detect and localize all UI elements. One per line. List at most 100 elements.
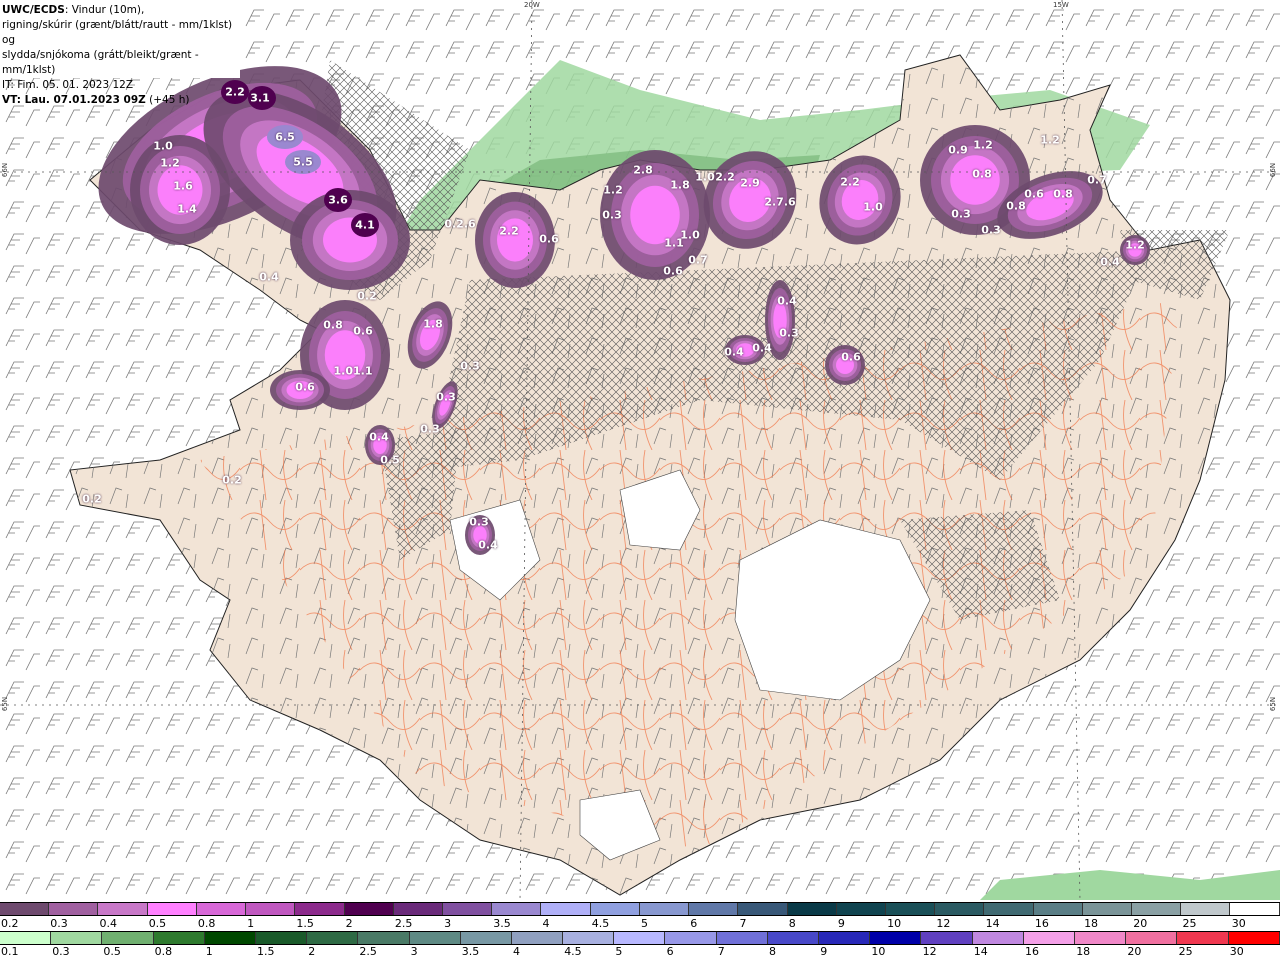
precip-value-label: 0.4	[752, 341, 772, 355]
colorbar-swatch	[460, 932, 512, 944]
colorbar-label: 9	[837, 917, 845, 930]
colorbar-label: 2	[345, 917, 353, 930]
colorbar-swatch	[393, 903, 443, 915]
precip-value-label: 0.6	[1024, 187, 1044, 201]
lat-label-65n-left: 65N	[1, 696, 10, 712]
colorbar-swatch	[1181, 903, 1231, 915]
colorbar-swatch	[246, 903, 296, 915]
colorbar-label: 0.3	[50, 917, 68, 930]
colorbar-label: 25	[1178, 945, 1193, 958]
precip-value-label: 0.3	[436, 390, 456, 404]
precip-value-label: 0.3	[602, 208, 622, 222]
precip-value-label: 3.1	[250, 91, 270, 105]
precip-value-label: 0.6	[539, 232, 559, 246]
colorbar-swatch	[1126, 932, 1178, 944]
colorbar-label: 16	[1025, 945, 1039, 958]
colorbar-swatch	[51, 932, 103, 944]
colorbar-label: 4	[513, 945, 520, 958]
colorbar-swatch	[102, 932, 154, 944]
precip-value-label: 1.2	[1040, 133, 1060, 147]
title-line2: rigning/skúrir (grænt/blátt/rautt - mm/1…	[2, 19, 233, 46]
colorbar-swatch	[590, 903, 640, 915]
colorbar-swatch	[935, 903, 985, 915]
precip-value-label: 0.8	[323, 318, 343, 332]
colorbar-label: 2.5	[394, 917, 413, 930]
colorbar-label: 5	[615, 945, 623, 958]
precip-value-label: 1.0	[863, 200, 883, 214]
precip-value-label: 1.2	[1125, 238, 1145, 252]
colorbar-swatch	[1177, 932, 1229, 944]
precip-value-label: 0.4	[777, 294, 797, 308]
colorbar-label: 1.5	[296, 917, 314, 930]
precip-value-label: 2.7.6	[764, 195, 796, 209]
colorbar-swatch	[787, 903, 837, 915]
precip-value-label: 5.5	[293, 155, 313, 169]
precip-value-label: 1.2	[603, 183, 623, 197]
precip-value-label: 0.7	[1087, 173, 1107, 187]
colorbar-label: 30	[1229, 945, 1244, 958]
precip-value-label: 0.2.6	[444, 217, 476, 231]
precip-value-label: 0.3	[951, 207, 971, 221]
precip-value-label: 0.2	[222, 473, 242, 487]
precip-value-label: 0.8	[972, 167, 992, 181]
colorbar-swatch	[870, 932, 922, 944]
lat-label-65n-right: 65N	[1269, 696, 1278, 712]
precip-value-label: 1.01.1	[333, 364, 373, 378]
precip-value-label: 0.4	[1100, 255, 1120, 269]
colorbar-swatch	[147, 903, 197, 915]
precip-value-label: 3.6	[328, 193, 348, 207]
precip-value-label: 6.5	[275, 130, 295, 144]
colorbar-label: 2.5	[359, 945, 377, 958]
colorbar-swatch	[409, 932, 461, 944]
title-line3: slydda/snjókoma (grátt/bleikt/grænt - mm…	[2, 49, 199, 76]
colorbar-swatch	[442, 903, 493, 915]
colorbar-label: 0.3	[52, 945, 70, 958]
precip-value-label: 0.8	[1006, 199, 1026, 213]
colorbar-swatch	[1033, 903, 1083, 915]
colorbar-swatch	[972, 932, 1024, 944]
colorbar-swatch	[984, 903, 1034, 915]
precip-value-label: 1.0	[153, 139, 173, 153]
colorbar-swatch	[0, 903, 50, 915]
colorbar-label: 1.5	[257, 945, 275, 958]
source-label: UWC/ECDS	[2, 4, 65, 16]
colorbar-label: 10	[871, 945, 886, 958]
colorbar-swatch	[1132, 903, 1182, 915]
colorbar-label: 4.5	[591, 917, 610, 930]
colorbar-label: 2	[308, 945, 316, 958]
precip-value-label: 2.9	[740, 176, 760, 190]
colorbar-swatch	[836, 903, 886, 915]
precip-value-label: 0.9	[948, 143, 968, 157]
colorbar-swatch	[295, 903, 345, 915]
precip-value-label: 2.2	[715, 170, 735, 184]
colorbar-label: 7	[739, 917, 747, 930]
lat-label-66n-right: 66N	[1269, 162, 1278, 178]
lon-label-20w: 20W	[524, 1, 540, 9]
precip-value-label: 1.6	[173, 179, 193, 193]
precip-value-label: 0.8	[1053, 187, 1073, 201]
colorbar-swatch	[921, 932, 973, 944]
precip-value-label: 2.8	[633, 163, 653, 177]
colorbar-label: 4	[542, 917, 550, 930]
precip-value-label: 0.6	[295, 380, 315, 394]
precip-value-label: 0.3	[981, 223, 1001, 237]
precip-value-label: 0.4	[369, 430, 389, 444]
colorbar-swatch	[153, 932, 205, 944]
colorbar-label: 6	[690, 917, 698, 930]
colorbar-swatch	[255, 932, 308, 944]
precip-value-label: 0.3	[779, 326, 799, 340]
precip-value-label: 2.2	[840, 175, 860, 189]
colorbar-label: 10	[887, 917, 902, 930]
colorbar-label: 4.5	[564, 945, 582, 958]
colorbar-swatch	[738, 903, 788, 915]
initial-time: IT: Fim. 05. 01. 2023 12Z	[2, 79, 134, 91]
colorbar-swatch	[344, 903, 394, 915]
colorbar-swatch	[492, 903, 542, 915]
precip-value-label: 1.2	[160, 156, 180, 170]
colorbar-label: 30	[1231, 917, 1246, 930]
colorbar-label: 7	[717, 945, 725, 958]
colorbar-swatch	[614, 932, 666, 944]
colorbar-swatch	[1230, 903, 1280, 915]
colorbar-label: 3.5	[461, 945, 480, 958]
colorbar-label: 0.5	[103, 945, 121, 958]
